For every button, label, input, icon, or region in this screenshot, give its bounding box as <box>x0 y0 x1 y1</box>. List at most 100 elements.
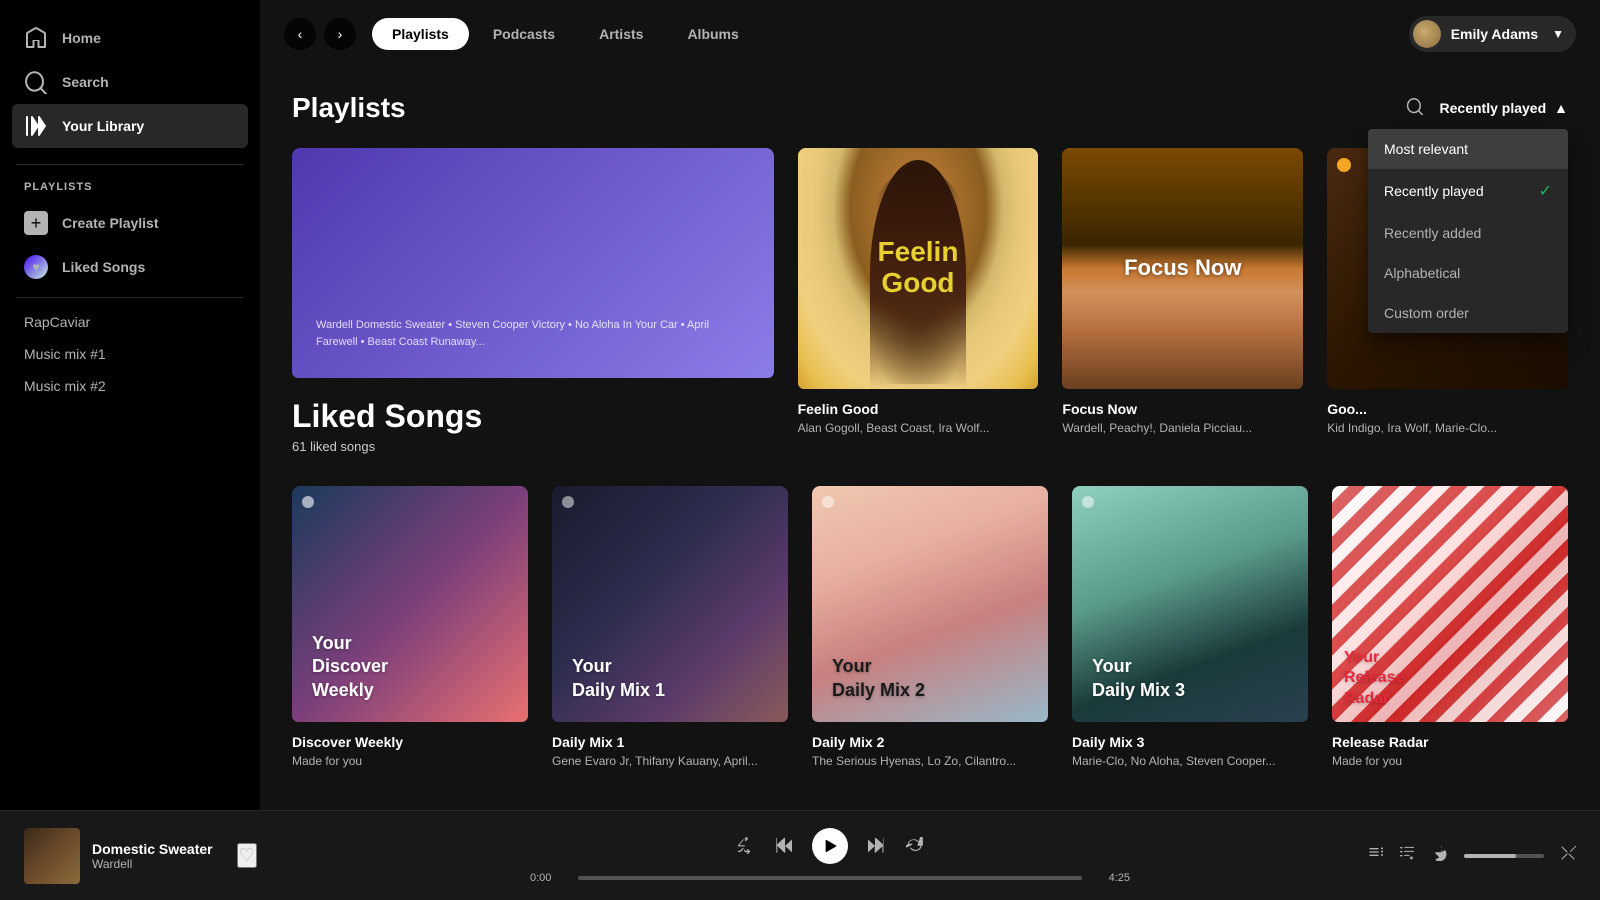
sort-dropdown-button[interactable]: Recently played ▲ <box>1440 100 1568 116</box>
check-icon: ✓ <box>1539 181 1552 201</box>
discover-weekly-subtitle: Made for you <box>292 754 528 768</box>
sidebar-item-home-label: Home <box>62 30 101 46</box>
daily-mix-2-label: YourDaily Mix 2 <box>832 655 925 702</box>
dropdown-item-alphabetical[interactable]: Alphabetical <box>1368 253 1568 293</box>
playlist-item-music-mix-1[interactable]: Music mix #1 <box>0 338 260 370</box>
player-progress-bar[interactable] <box>578 876 1082 880</box>
search-icon <box>24 70 48 94</box>
player-queue-button[interactable] <box>1368 845 1384 866</box>
daily-mix-1-title: Daily Mix 1 <box>552 734 788 750</box>
sort-label: Recently played <box>1440 100 1547 116</box>
nav-back-button[interactable]: ‹ <box>284 18 316 50</box>
dropdown-item-recently-played[interactable]: Recently played ✓ <box>1368 169 1568 213</box>
user-profile[interactable]: Emily Adams ▼ <box>1409 16 1576 52</box>
card-focus-now[interactable]: Focus Now Focus Now Wardell, Peachy!, Da… <box>1062 148 1303 462</box>
dropdown-item-custom-order[interactable]: Custom order <box>1368 293 1568 333</box>
card-feelin-good[interactable]: FeelinGood Feelin Good Alan Gogoll, Beas… <box>798 148 1039 462</box>
player-track-name: Domestic Sweater <box>92 841 213 857</box>
playlist-item-rapcaviar[interactable]: RapCaviar <box>0 306 260 338</box>
player-controls: 0:00 4:25 <box>348 828 1312 884</box>
player-album-art <box>24 828 80 884</box>
sidebar-divider-1 <box>16 164 244 165</box>
create-playlist-icon: + <box>24 211 48 235</box>
dropdown-item-recently-added[interactable]: Recently added <box>1368 213 1568 253</box>
nav-tabs: Playlists Podcasts Artists Albums <box>372 18 1393 50</box>
player-like-button[interactable]: ♡ <box>237 843 257 868</box>
dropdown-label-alphabetical: Alphabetical <box>1384 265 1460 281</box>
sidebar-item-home[interactable]: Home <box>12 16 248 60</box>
sidebar-item-library[interactable]: Your Library <box>12 104 248 148</box>
card-release-radar[interactable]: YourReleaseRadar Release Radar Made for … <box>1332 486 1568 768</box>
player-extras <box>1336 845 1576 866</box>
spotify-dot-mix3 <box>1082 496 1094 508</box>
player-current-time: 0:00 <box>530 872 566 884</box>
spotify-dot-mix2 <box>822 496 834 508</box>
home-icon <box>24 26 48 50</box>
sidebar-nav: Home Search Your Library <box>0 8 260 156</box>
release-radar-label: YourReleaseRadar <box>1344 648 1405 710</box>
tab-artists[interactable]: Artists <box>579 18 663 50</box>
main-content: ‹ › Playlists Podcasts Artists Albums Em… <box>260 0 1600 810</box>
liked-songs-action[interactable]: ♥ Liked Songs <box>0 245 260 289</box>
user-name: Emily Adams <box>1451 26 1538 42</box>
page-title: Playlists <box>292 92 406 124</box>
focus-now-subtitle: Wardell, Peachy!, Daniela Picciau... <box>1062 421 1303 435</box>
player-track-details: Domestic Sweater Wardell <box>92 841 213 871</box>
sort-arrow-icon: ▲ <box>1554 100 1568 116</box>
card-liked-songs[interactable]: Wardell Domestic Sweater • Steven Cooper… <box>292 148 774 462</box>
chevron-down-icon: ▼ <box>1552 27 1564 41</box>
daily-mix-3-title: Daily Mix 3 <box>1072 734 1308 750</box>
dropdown-label-recently-added: Recently added <box>1384 225 1481 241</box>
player-devices-button[interactable] <box>1400 845 1416 866</box>
player-fullscreen-button[interactable] <box>1560 845 1576 866</box>
player-track-info: Domestic Sweater Wardell ♡ <box>24 828 324 884</box>
discover-weekly-mix-label: YourDiscoverWeekly <box>312 632 388 702</box>
daily-mix-2-subtitle: The Serious Hyenas, Lo Zo, Cilantro... <box>812 754 1048 768</box>
dropdown-label-custom-order: Custom order <box>1384 305 1469 321</box>
daily-mix-3-subtitle: Marie-Clo, No Aloha, Steven Cooper... <box>1072 754 1308 768</box>
good-title: Goo... <box>1327 401 1568 417</box>
sidebar-item-search[interactable]: Search <box>12 60 248 104</box>
create-playlist-action[interactable]: + Create Playlist <box>0 201 260 245</box>
liked-songs-icon: ♥ <box>24 255 48 279</box>
content-search-button[interactable] <box>1402 93 1428 124</box>
player-repeat-button[interactable] <box>906 837 924 855</box>
liked-songs-card-count: 61 liked songs <box>292 439 774 454</box>
card-daily-mix-2[interactable]: YourDaily Mix 2 Daily Mix 2 The Serious … <box>812 486 1048 768</box>
dropdown-item-most-relevant[interactable]: Most relevant <box>1368 129 1568 169</box>
feelin-good-subtitle: Alan Gogoll, Beast Coast, Ira Wolf... <box>798 421 1039 435</box>
card-discover-weekly[interactable]: YourDiscoverWeekly Discover Weekly Made … <box>292 486 528 768</box>
player-prev-button[interactable] <box>774 837 792 855</box>
dropdown-label-most-relevant: Most relevant <box>1384 141 1468 157</box>
playlist-item-music-mix-2[interactable]: Music mix #2 <box>0 370 260 402</box>
player-play-button[interactable] <box>812 828 848 864</box>
nav-arrows: ‹ › <box>284 18 356 50</box>
create-playlist-label: Create Playlist <box>62 215 159 231</box>
avatar-image <box>1413 20 1441 48</box>
sidebar: Home Search Your Library PLAYLISTS + Cre… <box>0 0 260 810</box>
tab-podcasts[interactable]: Podcasts <box>473 18 575 50</box>
feelin-good-title: Feelin Good <box>798 401 1039 417</box>
card-daily-mix-3[interactable]: YourDaily Mix 3 Daily Mix 3 Marie-Clo, N… <box>1072 486 1308 768</box>
page-controls: Recently played ▲ Most relevant Recently… <box>1402 93 1568 124</box>
good-subtitle: Kid Indigo, Ira Wolf, Marie-Clo... <box>1327 421 1568 435</box>
player-volume-button[interactable] <box>1432 845 1448 866</box>
player-next-button[interactable] <box>868 837 886 855</box>
liked-songs-label: Liked Songs <box>62 259 145 275</box>
spotify-dot-mix1 <box>562 496 574 508</box>
sidebar-playlists-title: PLAYLISTS <box>0 173 260 201</box>
daily-mix-1-subtitle: Gene Evaro Jr, Thifany Kauany, April... <box>552 754 788 768</box>
player-volume-bar[interactable] <box>1464 854 1544 858</box>
sidebar-divider-2 <box>16 297 244 298</box>
player-shuffle-button[interactable] <box>736 837 754 855</box>
player-volume-fill <box>1464 854 1516 858</box>
player-progress: 0:00 4:25 <box>530 872 1130 884</box>
spotify-dot-discover <box>302 496 314 508</box>
tab-playlists[interactable]: Playlists <box>372 18 469 50</box>
tab-albums[interactable]: Albums <box>667 18 758 50</box>
daily-mix-3-label: YourDaily Mix 3 <box>1092 655 1185 702</box>
discover-weekly-title: Discover Weekly <box>292 734 528 750</box>
daily-mix-1-label: YourDaily Mix 1 <box>572 655 665 702</box>
nav-forward-button[interactable]: › <box>324 18 356 50</box>
card-daily-mix-1[interactable]: YourDaily Mix 1 Daily Mix 1 Gene Evaro J… <box>552 486 788 768</box>
